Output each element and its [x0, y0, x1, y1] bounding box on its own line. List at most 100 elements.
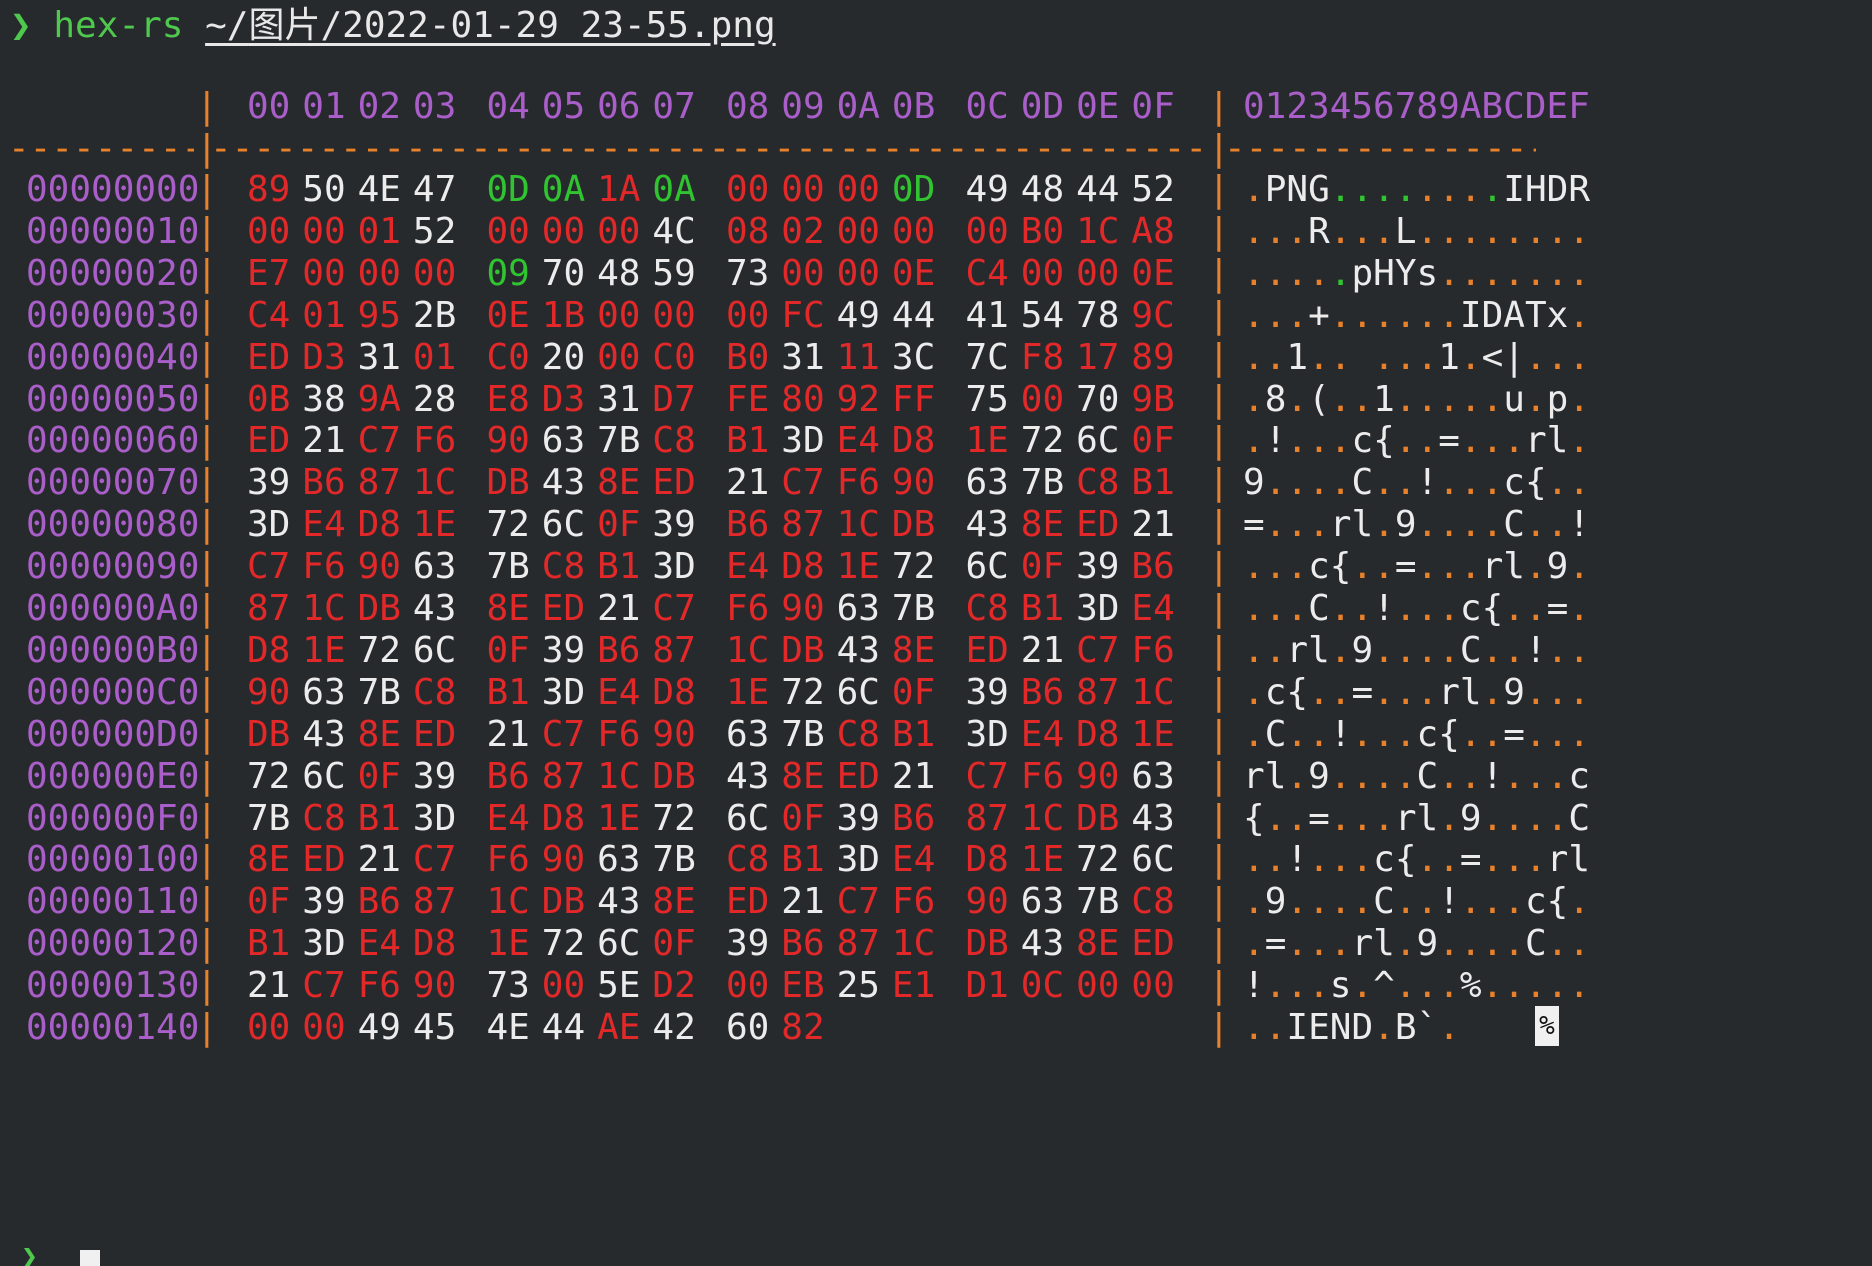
ascii-char: . — [1438, 923, 1460, 965]
prompt-arrow-icon: ❯ — [10, 5, 32, 46]
hex-byte: 45 — [412, 1007, 457, 1048]
ascii-char: l — [1459, 671, 1482, 713]
hex-byte: 42 — [652, 1007, 696, 1048]
ascii-char: . — [1264, 629, 1287, 671]
ascii-char: . — [1438, 629, 1460, 671]
ascii-char: l — [1264, 755, 1287, 797]
ascii-char: r — [1329, 504, 1352, 546]
ascii-char: . — [1351, 169, 1374, 210]
ascii-char — [1351, 337, 1373, 378]
ascii-char: . — [1308, 713, 1330, 755]
ascii-char: N — [1286, 169, 1309, 210]
ascii-char: 9 — [1394, 504, 1417, 546]
ascii-char: . — [1568, 588, 1590, 629]
file-path-argument[interactable]: ~/图片/2022-01-29_23-55.png — [205, 5, 776, 46]
row-offset: 00000140 — [26, 1007, 200, 1048]
ascii-char: r — [1243, 755, 1265, 797]
ascii-char: C — [1373, 881, 1395, 923]
ascii-char: . — [1243, 881, 1265, 923]
ascii-char: I — [1286, 1007, 1309, 1048]
ascii-char: . — [1243, 546, 1265, 588]
ascii-char: c — [1264, 671, 1287, 713]
ascii-char: H — [1373, 252, 1395, 294]
ascii-char: C — [1524, 923, 1547, 965]
ascii-char: . — [1243, 1007, 1265, 1048]
ascii-char: G — [1308, 169, 1330, 210]
ascii-char: ! — [1481, 755, 1504, 797]
ascii-char: . — [1438, 210, 1460, 252]
ascii-char: . — [1481, 671, 1504, 713]
ascii-char: . — [1459, 755, 1482, 797]
ascii-char: . — [1243, 923, 1265, 965]
ascii-char: . — [1524, 671, 1547, 713]
ascii-char: . — [1481, 169, 1504, 210]
ascii-char: ! — [1286, 839, 1309, 881]
ascii-char: . — [1416, 671, 1439, 713]
ascii-char: c — [1524, 881, 1547, 923]
ascii-char: . — [1568, 378, 1590, 420]
ascii-char: . — [1524, 252, 1547, 294]
hex-byte: 49 — [357, 1007, 401, 1048]
ascii-char: ( — [1308, 378, 1330, 420]
ascii-char: . — [1524, 797, 1547, 839]
ascii-char: . — [1394, 923, 1417, 965]
ascii-char: . — [1546, 713, 1569, 755]
ascii-char: . — [1416, 294, 1439, 336]
ascii-char: . — [1329, 671, 1352, 713]
ascii-char: . — [1351, 839, 1374, 881]
ascii-char: r — [1546, 839, 1569, 881]
ascii-char: . — [1264, 336, 1287, 378]
ascii-char: . — [1568, 671, 1590, 713]
ascii-char: . — [1394, 378, 1417, 420]
ascii-char: I — [1503, 169, 1525, 210]
hex-byte: 0C — [1020, 965, 1065, 1007]
ascii-char: . — [1351, 713, 1374, 755]
ascii-char: . — [1568, 294, 1590, 336]
ascii-char: A — [1503, 294, 1525, 336]
ascii-char: c — [1416, 713, 1439, 755]
ascii-char: . — [1416, 210, 1439, 252]
ascii-char: . — [1264, 839, 1287, 881]
ascii-char: l — [1503, 546, 1525, 588]
ascii-char: . — [1546, 210, 1569, 252]
ascii-char: . — [1286, 420, 1309, 462]
ascii-char: . — [1568, 462, 1590, 504]
ascii-char: . — [1373, 755, 1395, 797]
ascii-char: 9 — [1243, 462, 1265, 504]
ascii-char: l — [1416, 797, 1439, 839]
ascii-char: . — [1438, 588, 1460, 629]
column-separator: | — [1208, 1007, 1230, 1048]
hex-byte: 00 — [247, 1007, 291, 1048]
ascii-char: . — [1438, 294, 1460, 336]
ascii-char: . — [1351, 965, 1374, 1007]
ascii-text: ..IEND.B`. — [1243, 1003, 1460, 1053]
ascii-char: N — [1329, 1007, 1352, 1048]
ascii-char: . — [1329, 336, 1352, 378]
ascii-char: C — [1568, 797, 1590, 839]
ascii-char: . — [1524, 713, 1547, 755]
ascii-char: . — [1373, 546, 1395, 588]
ascii-char: . — [1308, 462, 1330, 504]
ascii-char: . — [1503, 210, 1525, 252]
terminal-window[interactable]: ❯ hex-rs ~/图片/2022-01-29_23-55.png | 00 01… — [0, 0, 1872, 1266]
ascii-char: . — [1329, 881, 1352, 923]
ascii-char: 9 — [1416, 923, 1439, 965]
ascii-char: p — [1351, 252, 1374, 294]
ascii-char: . — [1481, 923, 1504, 965]
ascii-char: . — [1438, 797, 1460, 839]
ascii-char: . — [1329, 462, 1352, 504]
ascii-char: . — [1568, 252, 1590, 294]
ascii-char: . — [1286, 294, 1309, 336]
ascii-char: . — [1524, 839, 1547, 881]
ascii-char: . — [1308, 671, 1330, 713]
ascii-char: . — [1351, 881, 1374, 923]
ascii-char: . — [1286, 462, 1309, 504]
ascii-char: x — [1546, 294, 1569, 336]
ascii-char: . — [1481, 713, 1504, 755]
ascii-char: . — [1459, 504, 1482, 546]
ascii-char: . — [1524, 588, 1547, 629]
ascii-char: . — [1546, 671, 1569, 713]
ascii-char: . — [1438, 462, 1460, 504]
ascii-char: . — [1308, 252, 1330, 294]
ascii-char: . — [1264, 965, 1287, 1007]
